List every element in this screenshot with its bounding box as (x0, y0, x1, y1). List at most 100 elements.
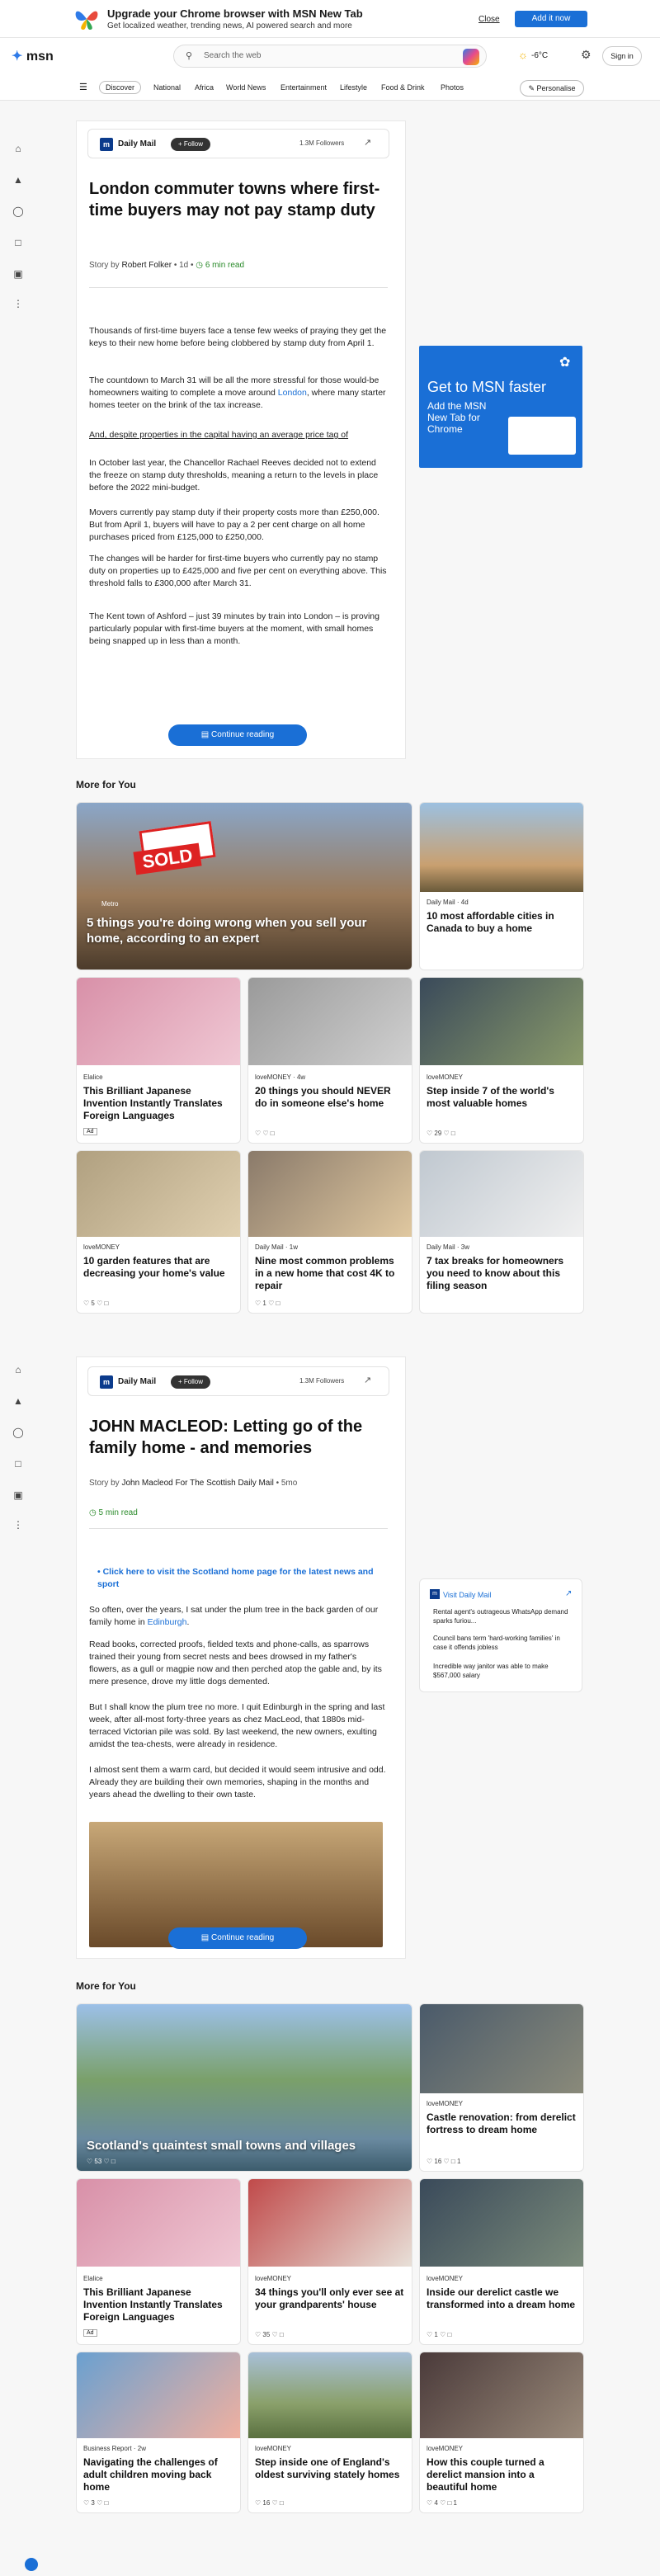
divider (89, 1528, 388, 1529)
news-card[interactable]: loveMONEY How this couple turned a derel… (419, 2352, 584, 2513)
visit-item[interactable]: Incredible way janitor was able to make … (433, 1662, 573, 1680)
settings-gear-icon[interactable]: ⚙ (581, 48, 592, 62)
sign-in-button[interactable]: Sign in (602, 46, 642, 66)
reactions-row[interactable]: ♡ 5 ♡ □ (83, 1300, 108, 1307)
reactions-row[interactable]: ♡ 4 ♡ □ 1 (427, 2499, 457, 2507)
weather-icon[interactable]: ☼ (518, 49, 528, 61)
flame-icon[interactable]: ▲ (12, 173, 25, 186)
nav-entertainment[interactable]: Entertainment (280, 83, 327, 92)
follow-button[interactable]: + Follow (171, 1375, 210, 1389)
author-name[interactable]: John Macleod For The Scottish Daily Mail (121, 1479, 273, 1488)
news-card[interactable]: loveMONEY 10 garden features that are de… (76, 1150, 241, 1314)
bulb-icon[interactable]: ◯ (12, 205, 25, 218)
card-title[interactable]: This Brilliant Japanese Invention Instan… (83, 2286, 233, 2324)
notification-badge-icon[interactable] (25, 2558, 38, 2571)
daily-mail-logo[interactable]: m (100, 1375, 113, 1389)
ad-card[interactable]: Elalice This Brilliant Japanese Inventio… (76, 2178, 241, 2345)
personalise-button[interactable]: ✎ Personalise (520, 80, 584, 97)
news-card[interactable]: Business Report · 2w Navigating the chal… (76, 2352, 241, 2513)
follow-button[interactable]: + Follow (171, 138, 210, 151)
author-name[interactable]: Robert Folker (121, 261, 172, 270)
visit-item[interactable]: Council bans term 'hard-working families… (433, 1634, 573, 1652)
search-box[interactable]: ⚲ Search the web (173, 45, 487, 68)
reactions-row[interactable]: ♡ 3 ♡ □ (83, 2499, 108, 2507)
card-title[interactable]: Inside our derelict castle we transforme… (427, 2286, 577, 2311)
copilot-icon[interactable] (463, 49, 479, 65)
publisher-name[interactable]: Daily Mail (118, 1377, 156, 1386)
visit-title[interactable]: Visit Daily Mail (443, 1591, 491, 1599)
bulb-icon[interactable]: ◯ (12, 1426, 25, 1439)
news-card[interactable]: loveMONEY Step inside 7 of the world's m… (419, 977, 584, 1144)
reactions-row[interactable]: ♡ 35 ♡ □ (255, 2331, 284, 2338)
more-icon[interactable]: ⋮ (12, 1518, 25, 1531)
card-title[interactable]: How this couple turned a derelict mansio… (427, 2456, 577, 2493)
card-title[interactable]: This Brilliant Japanese Invention Instan… (83, 1085, 233, 1122)
hero-card[interactable]: SOLD Metro 5 things you're doing wrong w… (76, 802, 412, 970)
hero-title[interactable]: 5 things you're doing wrong when you sel… (87, 915, 402, 946)
card-title[interactable]: Step inside one of England's oldest surv… (255, 2456, 405, 2481)
nav-photos[interactable]: Photos (441, 83, 464, 92)
news-card[interactable]: loveMONEY · 4w 20 things you should NEVE… (248, 977, 412, 1144)
visit-item[interactable]: Rental agent's outrageous WhatsApp deman… (433, 1607, 573, 1625)
chat-icon[interactable]: □ (12, 236, 25, 249)
nav-africa[interactable]: Africa (195, 83, 214, 92)
nav-lifestyle[interactable]: Lifestyle (340, 83, 367, 92)
ad-card[interactable]: Elalice This Brilliant Japanese Inventio… (76, 977, 241, 1144)
news-card[interactable]: Daily Mail · 3w 7 tax breaks for homeown… (419, 1150, 584, 1314)
hero-title[interactable]: Scotland's quaintest small towns and vil… (87, 2138, 402, 2154)
card-title[interactable]: 20 things you should NEVER do in someone… (255, 1085, 405, 1110)
edinburgh-link[interactable]: Edinburgh (148, 1617, 187, 1627)
card-title[interactable]: 7 tax breaks for homeowners you need to … (427, 1255, 577, 1292)
card-title[interactable]: Step inside 7 of the world's most valuab… (427, 1085, 577, 1110)
scotland-home-link[interactable]: • Click here to visit the Scotland home … (97, 1566, 388, 1591)
news-card[interactable]: Daily Mail · 4d 10 most affordable citie… (419, 802, 584, 970)
reactions-row[interactable]: ♡ 29 ♡ □ (427, 1130, 455, 1137)
search-placeholder: Search the web (204, 51, 262, 60)
card-title[interactable]: 10 garden features that are decreasing y… (83, 1255, 233, 1280)
reactions-row[interactable]: ♡ 53 ♡ □ (87, 2158, 116, 2165)
weather-temperature[interactable]: -6°C (531, 51, 548, 60)
add-it-now-button[interactable]: Add it now (515, 11, 587, 27)
msn-chrome-ad[interactable]: ✿ Get to MSN faster Add the MSN New Tab … (419, 346, 582, 468)
reactions-row[interactable]: ♡ 1 ♡ □ (255, 1300, 280, 1307)
news-card[interactable]: loveMONEY Castle renovation: from dereli… (419, 2003, 584, 2172)
reactions-row[interactable]: ♡ 16 ♡ □ (255, 2499, 284, 2507)
share-icon[interactable]: ↗ (364, 1375, 371, 1385)
games-icon[interactable]: ▣ (12, 1489, 25, 1502)
news-card[interactable]: loveMONEY Step inside one of England's o… (248, 2352, 412, 2513)
more-icon[interactable]: ⋮ (12, 297, 25, 310)
external-link-icon[interactable]: ↗ (565, 1589, 572, 1598)
nav-world-news[interactable]: World News (226, 83, 266, 92)
card-source: Daily Mail · 1w (255, 1243, 299, 1251)
daily-mail-logo[interactable]: m (100, 138, 113, 151)
article-paragraph: In October last year, the Chancellor Rac… (89, 458, 379, 493)
msn-logo[interactable]: ✦ msn (12, 48, 54, 64)
reactions-row[interactable]: ♡ 16 ♡ □ 1 (427, 2158, 460, 2165)
card-title[interactable]: 34 things you'll only ever see at your g… (255, 2286, 405, 2311)
london-link[interactable]: London (278, 388, 307, 398)
nav-discover[interactable]: Discover (99, 81, 142, 94)
continue-reading-button[interactable]: ▤ Continue reading (168, 724, 307, 746)
nav-national[interactable]: National (153, 83, 181, 92)
news-card[interactable]: loveMONEY Inside our derelict castle we … (419, 2178, 584, 2345)
games-icon[interactable]: ▣ (12, 267, 25, 281)
hero-card[interactable]: Scotland's quaintest small towns and vil… (76, 2003, 412, 2172)
reactions-row[interactable]: ♡ ♡ □ (255, 1130, 275, 1137)
continue-reading-button[interactable]: ▤ Continue reading (168, 1927, 307, 1949)
nav-food-drink[interactable]: Food & Drink (381, 83, 425, 92)
chat-icon[interactable]: □ (12, 1457, 25, 1470)
card-title[interactable]: 10 most affordable cities in Canada to b… (427, 910, 577, 935)
card-title[interactable]: Castle renovation: from derelict fortres… (427, 2111, 577, 2136)
menu-icon[interactable]: ☰ (79, 82, 87, 92)
news-card[interactable]: Daily Mail · 1w Nine most common problem… (248, 1150, 412, 1314)
share-icon[interactable]: ↗ (364, 137, 371, 148)
card-title[interactable]: Navigating the challenges of adult child… (83, 2456, 233, 2493)
flame-icon[interactable]: ▲ (12, 1394, 25, 1408)
home-icon[interactable]: ⌂ (12, 142, 25, 155)
home-icon[interactable]: ⌂ (12, 1363, 25, 1376)
reactions-row[interactable]: ♡ 1 ♡ □ (427, 2331, 451, 2338)
publisher-name[interactable]: Daily Mail (118, 139, 156, 149)
card-title[interactable]: Nine most common problems in a new home … (255, 1255, 405, 1292)
news-card[interactable]: loveMONEY 34 things you'll only ever see… (248, 2178, 412, 2345)
banner-close-link[interactable]: Close (478, 15, 500, 24)
